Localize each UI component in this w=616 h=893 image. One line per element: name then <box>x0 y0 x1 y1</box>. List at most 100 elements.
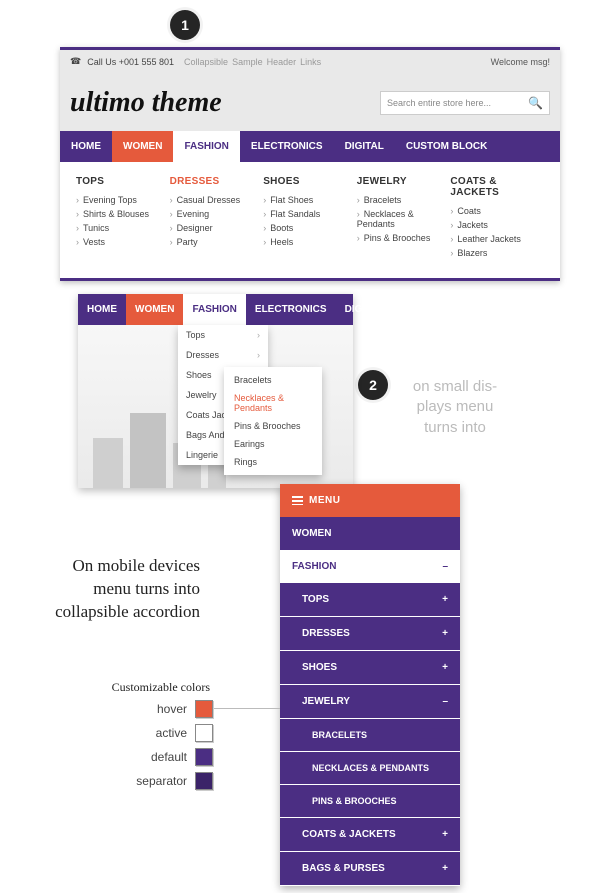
accordion-sub[interactable]: PINS & BROOCHES <box>280 785 460 817</box>
mega-col-title[interactable]: SHOES <box>263 176 357 187</box>
minus-icon: – <box>442 561 448 572</box>
accordion-fash[interactable]: FASHION– <box>280 550 460 583</box>
mega-menu: TOPS Evening TopsShirts & BlousesTunicsVe… <box>60 162 560 281</box>
mega-link[interactable]: Heels <box>263 235 357 249</box>
swatch-default: default <box>118 748 213 766</box>
mega-link[interactable]: Boots <box>263 221 357 235</box>
color-box <box>195 748 213 766</box>
badge-2: 2 <box>358 370 388 400</box>
mega-link[interactable]: Evening <box>170 207 264 221</box>
mega-link[interactable]: Tunics <box>76 221 170 235</box>
custom-colors-label: Customizable colors <box>60 680 210 695</box>
crumb-0[interactable]: Collapsible <box>184 57 228 67</box>
swatch-active: active <box>118 724 213 742</box>
plus-icon: + <box>442 829 448 840</box>
accordion-cat[interactable]: DRESSES+ <box>280 617 460 650</box>
color-box <box>195 772 213 790</box>
nav-home[interactable]: HOME <box>60 131 112 162</box>
mega-link[interactable]: Evening Tops <box>76 193 170 207</box>
mega-col-title[interactable]: JEWELRY <box>357 176 451 187</box>
nav2-women[interactable]: WOMEN <box>126 294 183 325</box>
mega-link[interactable]: Vests <box>76 235 170 249</box>
dd2-item[interactable]: Pins & Brooches <box>224 417 322 435</box>
dd1-item[interactable]: Tops› <box>178 325 268 345</box>
mega-col-dresses: DRESSES Casual DressesEveningDesignerPart… <box>170 176 264 260</box>
plus-icon: + <box>442 863 448 874</box>
mega-col-coats-jackets: COATS & JACKETS CoatsJacketsLeather Jacke… <box>450 176 544 260</box>
nav2-fashion[interactable]: FASHION <box>183 294 245 325</box>
dd2-item[interactable]: Earings <box>224 435 322 453</box>
nav-custom[interactable]: CUSTOM BLOCK <box>395 131 498 162</box>
connector-line <box>214 708 280 709</box>
swatch-separator: separator <box>118 772 213 790</box>
mega-link[interactable]: Coats <box>450 204 544 218</box>
mega-col-title[interactable]: COATS & JACKETS <box>450 176 544 198</box>
nav-fashion[interactable]: FASHION <box>173 131 239 162</box>
header: ultimo theme Search entire store here...… <box>60 73 560 131</box>
nav2-electronics[interactable]: ELECTRONICS <box>246 294 336 325</box>
nav-women[interactable]: WOMEN <box>112 131 173 162</box>
phone-icon: ☎ <box>70 56 81 67</box>
mega-link[interactable]: Party <box>170 235 264 249</box>
desktop-preview: ☎ Call Us +001 555 801 Collapsible Sampl… <box>60 47 560 281</box>
mega-link[interactable]: Jackets <box>450 218 544 232</box>
mega-link[interactable]: Necklaces & Pendants <box>357 207 451 231</box>
mega-col-title[interactable]: DRESSES <box>170 176 264 187</box>
panel2-caption: on small dis- plays menu turns into <box>390 377 520 438</box>
accordion-women[interactable]: WOMEN <box>280 517 460 550</box>
plus-icon: + <box>442 662 448 673</box>
hero-image: Tops›Dresses›Shoes›Jewelry›Coats JacBags… <box>78 325 353 488</box>
dd1-item[interactable]: Dresses› <box>178 345 268 365</box>
search-icon[interactable]: 🔍 <box>528 96 543 110</box>
accordion-cat[interactable]: BAGS & PURSES+ <box>280 852 460 885</box>
crumb-2[interactable]: Header <box>267 57 297 67</box>
mega-link[interactable]: Designer <box>170 221 264 235</box>
mega-link[interactable]: Flat Shoes <box>263 193 357 207</box>
panel3-caption: On mobile devices menu turns into collap… <box>40 555 200 624</box>
dd2-item[interactable]: Rings <box>224 453 322 471</box>
logo[interactable]: ultimo theme <box>70 87 222 119</box>
crumb-3[interactable]: Links <box>300 57 321 67</box>
mega-link[interactable]: Casual Dresses <box>170 193 264 207</box>
medium-preview: HOME WOMEN FASHION ELECTRONICS DIGITAL T… <box>78 294 353 488</box>
mega-col-jewelry: JEWELRY BraceletsNecklaces & PendantsPins… <box>357 176 451 260</box>
mega-link[interactable]: Shirts & Blouses <box>76 207 170 221</box>
accordion-cat[interactable]: SHOES+ <box>280 651 460 684</box>
swatch-hover: hover <box>118 700 213 718</box>
mobile-accordion: MENU WOMENFASHION–TOPS+DRESSES+SHOES+JEW… <box>280 484 460 886</box>
minus-icon: – <box>442 696 448 707</box>
color-swatches: hover active default separator <box>118 700 213 796</box>
call-us-label: Call Us +001 555 801 <box>87 57 174 67</box>
accordion-sub[interactable]: NECKLACES & PENDANTS <box>280 752 460 784</box>
menu-toggle[interactable]: MENU <box>280 484 460 517</box>
medium-nav: HOME WOMEN FASHION ELECTRONICS DIGITAL <box>78 294 353 325</box>
nav-electronics[interactable]: ELECTRONICS <box>240 131 334 162</box>
search-input[interactable]: Search entire store here... 🔍 <box>380 91 550 115</box>
mega-link[interactable]: Leather Jackets <box>450 232 544 246</box>
nav-digital[interactable]: DIGITAL <box>334 131 395 162</box>
nav2-digital[interactable]: DIGITAL <box>336 294 393 325</box>
search-placeholder: Search entire store here... <box>387 98 491 108</box>
accordion-sub[interactable]: BRACELETS <box>280 719 460 751</box>
topbar: ☎ Call Us +001 555 801 Collapsible Sampl… <box>60 50 560 73</box>
mega-col-tops: TOPS Evening TopsShirts & BlousesTunicsVe… <box>76 176 170 260</box>
badge-1: 1 <box>170 10 200 40</box>
dd2-item[interactable]: Necklaces & Pendants <box>224 389 322 417</box>
accordion-cat[interactable]: TOPS+ <box>280 583 460 616</box>
dropdown-level2: BraceletsNecklaces & PendantsPins & Broo… <box>224 367 322 475</box>
mega-link[interactable]: Pins & Brooches <box>357 231 451 245</box>
nav2-home[interactable]: HOME <box>78 294 126 325</box>
plus-icon: + <box>442 594 448 605</box>
accordion-cat[interactable]: COATS & JACKETS+ <box>280 818 460 851</box>
dd2-item[interactable]: Bracelets <box>224 371 322 389</box>
color-box <box>195 700 213 718</box>
mega-col-title[interactable]: TOPS <box>76 176 170 187</box>
mega-link[interactable]: Bracelets <box>357 193 451 207</box>
mega-link[interactable]: Blazers <box>450 246 544 260</box>
main-nav: HOME WOMEN FASHION ELECTRONICS DIGITAL C… <box>60 131 560 162</box>
mega-col-shoes: SHOES Flat ShoesFlat SandalsBootsHeels <box>263 176 357 260</box>
mega-link[interactable]: Flat Sandals <box>263 207 357 221</box>
crumb-1[interactable]: Sample <box>232 57 263 67</box>
accordion-cat[interactable]: JEWELRY– <box>280 685 460 718</box>
hamburger-icon <box>292 496 303 505</box>
